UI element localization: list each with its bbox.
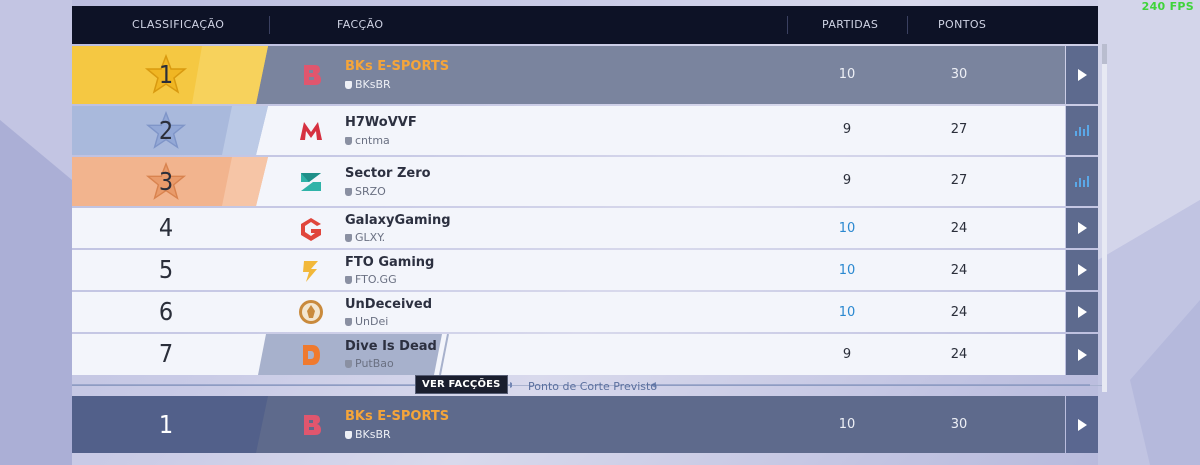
team-name: UnDeceived xyxy=(345,297,432,312)
play-icon xyxy=(1077,69,1087,81)
shield-icon xyxy=(345,234,352,242)
table-row[interactable]: 1 BKs E-SPORTS BKsBR 10 30 xyxy=(72,46,1065,104)
play-icon xyxy=(1077,306,1087,318)
team-logo-icon xyxy=(303,345,320,365)
fps-counter: 240 FPS xyxy=(1141,0,1194,13)
points-value: 24 xyxy=(950,263,968,278)
shield-icon xyxy=(345,360,352,368)
points-value: 24 xyxy=(950,347,968,362)
row-stats-button[interactable] xyxy=(1066,157,1098,206)
matches-value: 9 xyxy=(842,173,852,188)
team-logo-icon xyxy=(304,415,321,435)
team-name: H7WoVVF xyxy=(345,115,417,130)
team-logo-icon xyxy=(303,261,318,282)
team-name: Dive Is Dead xyxy=(345,339,437,354)
team-name: GalaxyGaming xyxy=(345,213,451,228)
scrollbar[interactable] xyxy=(1102,44,1107,392)
stats-icon xyxy=(1075,176,1089,187)
team-tag: UnDei xyxy=(345,315,388,328)
points-value: 30 xyxy=(950,417,968,432)
row-action-button[interactable] xyxy=(1066,396,1098,453)
shield-icon xyxy=(345,318,352,326)
team-tag: FTO.GG xyxy=(345,273,397,286)
points-value: 24 xyxy=(950,221,968,236)
header-rank: CLASSIFICAÇÃO xyxy=(132,18,225,31)
header-faction: FACÇÃO xyxy=(337,18,384,31)
header-matches: PARTIDAS xyxy=(822,18,879,31)
shield-icon xyxy=(345,188,352,196)
team-tag: SRZO xyxy=(345,185,386,198)
team-tag: PutBao xyxy=(345,357,394,370)
table-row[interactable]: 4 GalaxyGaming GLXY. 10 24 xyxy=(72,208,1065,248)
row-action-button[interactable] xyxy=(1066,208,1098,248)
my-team-row[interactable]: 1 BKs E-SPORTS BKsBR 10 30 xyxy=(72,396,1065,453)
row-action-button[interactable] xyxy=(1066,46,1098,104)
play-icon xyxy=(1077,418,1087,431)
team-tag: BKsBR xyxy=(345,428,391,441)
scrollbar-thumb[interactable] xyxy=(1102,44,1107,64)
cut-line-label: Ponto de Corte Previsto xyxy=(528,380,658,393)
rank-number: 5 xyxy=(158,255,174,284)
play-icon xyxy=(1077,264,1087,276)
matches-value: 10 xyxy=(838,221,856,236)
table-row[interactable]: 6 UnDeceived UnDei 10 24 xyxy=(72,292,1065,332)
row-stats-button[interactable] xyxy=(1066,106,1098,155)
play-icon xyxy=(1077,222,1087,234)
table-row[interactable]: 7 Dive Is Dead PutBao 9 24 xyxy=(72,334,1065,375)
row-action-button[interactable] xyxy=(1066,250,1098,290)
rank-number: 1 xyxy=(158,60,174,89)
points-value: 27 xyxy=(950,122,968,137)
play-icon xyxy=(1077,348,1087,361)
team-tag: BKsBR xyxy=(345,78,391,91)
row-action-button[interactable] xyxy=(1066,292,1098,332)
rank-number: 7 xyxy=(158,339,174,368)
rank-number: 3 xyxy=(158,167,174,196)
team-logo-icon xyxy=(301,218,321,241)
team-logo-icon xyxy=(299,300,323,324)
team-tag: cntma xyxy=(345,134,390,147)
team-logo-icon xyxy=(300,122,322,140)
matches-value: 10 xyxy=(838,305,856,320)
row-action-button[interactable] xyxy=(1066,334,1098,375)
matches-value: 10 xyxy=(838,417,856,432)
arrow-left-icon xyxy=(650,382,1090,388)
stats-icon xyxy=(1075,125,1089,136)
matches-value: 9 xyxy=(842,347,852,362)
team-name: BKs E-SPORTS xyxy=(345,409,450,424)
table-row[interactable]: 5 FTO Gaming FTO.GG 10 24 xyxy=(72,250,1065,290)
matches-value: 10 xyxy=(838,263,856,278)
view-factions-tooltip[interactable]: VER FACÇÕES xyxy=(415,375,508,394)
matches-value: 9 xyxy=(842,122,852,137)
team-name: BKs E-SPORTS xyxy=(345,59,450,74)
rank-number: 2 xyxy=(158,116,174,145)
team-logo-icon xyxy=(304,65,321,85)
team-name: FTO Gaming xyxy=(345,255,435,270)
points-value: 30 xyxy=(950,67,968,82)
team-logo-icon xyxy=(301,173,321,191)
team-tag: GLXY. xyxy=(345,231,385,244)
team-name: Sector Zero xyxy=(345,166,431,181)
shield-icon xyxy=(345,81,352,89)
table-header: CLASSIFICAÇÃO FACÇÃO PARTIDAS PONTOS xyxy=(72,6,1098,44)
leaderboard: CLASSIFICAÇÃO FACÇÃO PARTIDAS PONTOS 1 B… xyxy=(72,6,1104,453)
rank-number: 6 xyxy=(158,297,174,326)
points-value: 27 xyxy=(950,173,968,188)
shield-icon xyxy=(345,276,352,284)
points-value: 24 xyxy=(950,305,968,320)
table-row[interactable]: 2 H7WoVVF cntma 9 27 xyxy=(72,106,1065,155)
shield-icon xyxy=(345,137,352,145)
rank-number: 1 xyxy=(158,410,174,439)
shield-icon xyxy=(345,431,352,439)
rank-number: 4 xyxy=(158,213,174,242)
header-points: PONTOS xyxy=(938,18,987,31)
matches-value: 10 xyxy=(838,67,856,82)
table-row[interactable]: 3 Sector Zero SRZO 9 27 xyxy=(72,157,1065,206)
